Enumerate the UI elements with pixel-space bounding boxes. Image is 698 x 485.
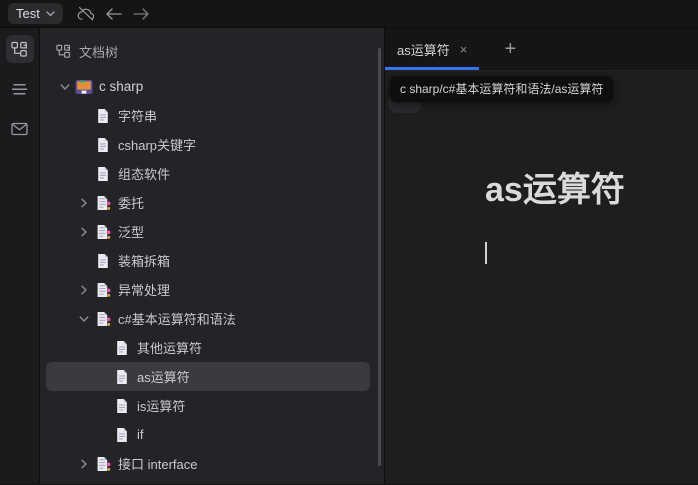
close-icon[interactable]: × bbox=[460, 42, 468, 57]
document-icon bbox=[93, 310, 113, 328]
outline-icon bbox=[11, 83, 28, 96]
document-icon bbox=[93, 136, 113, 154]
tree-item-label: is运算符 bbox=[137, 399, 186, 414]
tree-item-generic[interactable]: 泛型 bbox=[46, 217, 370, 246]
tree-item-as-operator[interactable]: as运算符 bbox=[46, 362, 370, 391]
toggle-arrow-icon[interactable] bbox=[75, 107, 93, 125]
tree-item-label: c#基本运算符和语法 bbox=[118, 312, 236, 327]
tree-item-exception[interactable]: 异常处理 bbox=[46, 275, 370, 304]
arrow-right-icon[interactable] bbox=[133, 5, 151, 23]
toggle-arrow-icon[interactable] bbox=[75, 252, 93, 270]
document-content[interactable]: as运算符 bbox=[485, 168, 668, 265]
tree-item-label: if bbox=[137, 427, 144, 442]
document-icon bbox=[93, 223, 113, 241]
toggle-arrow-icon[interactable] bbox=[94, 368, 112, 386]
tree-item-if[interactable]: if bbox=[46, 420, 370, 449]
file-tree-icon bbox=[56, 44, 71, 59]
breadcrumb-path-tooltip: c sharp/c#基本运算符和语法/as运算符 bbox=[390, 76, 614, 102]
top-toolbar: Test bbox=[0, 0, 698, 28]
document-icon bbox=[93, 252, 113, 270]
toggle-arrow-icon[interactable] bbox=[94, 397, 112, 415]
tree-item-label: 泛型 bbox=[118, 225, 145, 240]
tree-item-label: 委托 bbox=[118, 196, 145, 211]
tree-item-interface[interactable]: 接口 interface bbox=[46, 449, 370, 478]
tab-label: as运算符 bbox=[397, 42, 450, 58]
toggle-arrow-icon[interactable] bbox=[56, 78, 74, 96]
tree-item-label: c sharp bbox=[99, 79, 144, 94]
tree-item-other-operators[interactable]: 其他运算符 bbox=[46, 333, 370, 362]
tree-item-delegate[interactable]: 委托 bbox=[46, 188, 370, 217]
workspace-label: Test bbox=[16, 6, 40, 21]
active-tab-underline bbox=[385, 67, 480, 70]
dock-bar bbox=[0, 28, 40, 484]
chevron-down-icon bbox=[46, 10, 55, 17]
document-icon bbox=[112, 426, 132, 444]
toggle-arrow-icon[interactable] bbox=[75, 223, 93, 241]
file-tree-header: 文档树 bbox=[40, 28, 384, 68]
tree-item-string[interactable]: 字符串 bbox=[46, 101, 370, 130]
tree-item-label: 接口 interface bbox=[118, 457, 198, 472]
dock-item-outline[interactable] bbox=[6, 75, 34, 103]
tree-item-is-operator[interactable]: is运算符 bbox=[46, 391, 370, 420]
tree-item-c-sharp[interactable]: c sharp bbox=[46, 72, 370, 101]
tab-bar: as运算符 × + bbox=[385, 28, 698, 71]
notebook-icon bbox=[74, 78, 94, 96]
toggle-arrow-icon[interactable] bbox=[75, 455, 93, 473]
toggle-arrow-icon[interactable] bbox=[94, 426, 112, 444]
tree-item-label: 异常处理 bbox=[118, 283, 171, 298]
arrow-left-icon[interactable] bbox=[105, 5, 123, 23]
tree-item-csharp-keywords[interactable]: csharp关键字 bbox=[46, 130, 370, 159]
tree-item-label: 字符串 bbox=[118, 109, 158, 124]
document-icon bbox=[112, 339, 132, 357]
file-tree-panel: 文档树 c sharp 字符串 csharp关键字 组态软件 委托 泛型 装箱拆… bbox=[40, 28, 384, 484]
tree-scrollbar[interactable] bbox=[378, 48, 381, 466]
file-tree-title: 文档树 bbox=[79, 44, 119, 60]
document-icon bbox=[93, 165, 113, 183]
toggle-arrow-icon[interactable] bbox=[75, 310, 93, 328]
document-icon bbox=[93, 194, 113, 212]
document-tree: c sharp 字符串 csharp关键字 组态软件 委托 泛型 装箱拆箱 异常… bbox=[40, 68, 384, 478]
document-icon bbox=[112, 397, 132, 415]
toggle-arrow-icon[interactable] bbox=[75, 194, 93, 212]
tree-item-boxing[interactable]: 装箱拆箱 bbox=[46, 246, 370, 275]
document-title[interactable]: as运算符 bbox=[485, 168, 668, 212]
tree-item-label: csharp关键字 bbox=[118, 138, 197, 153]
document-icon bbox=[93, 107, 113, 125]
document-icon bbox=[93, 455, 113, 473]
tree-item-scada[interactable]: 组态软件 bbox=[46, 159, 370, 188]
document-icon bbox=[93, 281, 113, 299]
tree-item-label: 其他运算符 bbox=[137, 341, 203, 356]
workspace-button[interactable]: Test bbox=[8, 3, 63, 24]
text-cursor bbox=[485, 242, 487, 265]
tree-item-label: 组态软件 bbox=[118, 167, 171, 182]
dock-item-inbox[interactable] bbox=[6, 115, 34, 143]
toggle-arrow-icon[interactable] bbox=[75, 165, 93, 183]
file-tree-icon bbox=[11, 41, 28, 58]
dock-item-file-tree[interactable] bbox=[5, 35, 34, 63]
editor-area: as运算符 × + c sharp/c#基本运算符和语法/as运算符 as运算符 bbox=[384, 28, 698, 484]
tree-item-label: 装箱拆箱 bbox=[118, 254, 171, 269]
toggle-arrow-icon[interactable] bbox=[94, 339, 112, 357]
cloud-off-icon[interactable] bbox=[77, 5, 95, 23]
tab-as-operator[interactable]: as运算符 × bbox=[385, 28, 480, 70]
document-icon bbox=[112, 368, 132, 386]
mail-icon bbox=[11, 122, 28, 136]
toggle-arrow-icon[interactable] bbox=[75, 281, 93, 299]
tree-item-operators-syntax[interactable]: c#基本运算符和语法 bbox=[46, 304, 370, 333]
tree-item-label: as运算符 bbox=[137, 370, 190, 385]
toggle-arrow-icon[interactable] bbox=[75, 136, 93, 154]
new-tab-button[interactable]: + bbox=[489, 28, 531, 70]
